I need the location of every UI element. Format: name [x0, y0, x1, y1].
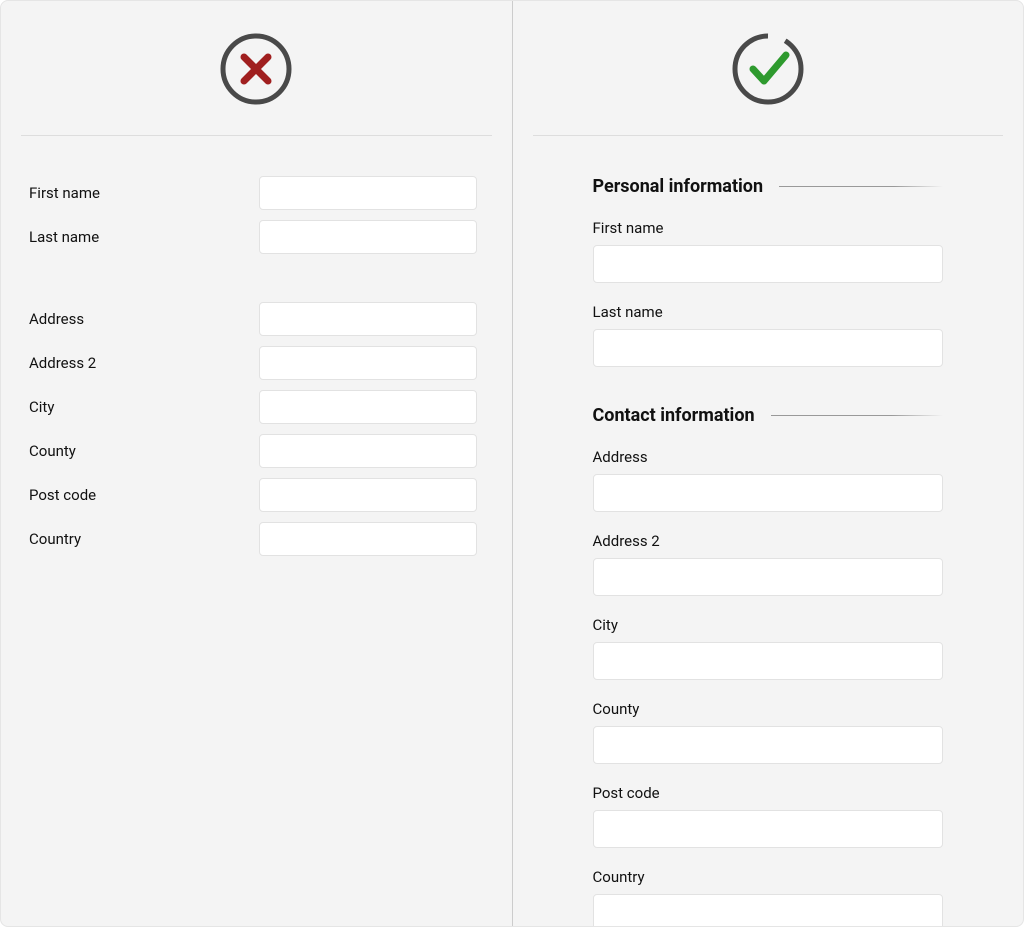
- field-row: Last name: [29, 220, 484, 254]
- bad-form: First name Last name Address Address 2 C…: [21, 176, 492, 566]
- address2-input[interactable]: [593, 558, 944, 596]
- first-name-input[interactable]: [259, 176, 477, 210]
- contact-fieldset: Contact information Address Address 2 Ci…: [593, 405, 944, 927]
- good-form: Personal information First name Last nam…: [533, 176, 1004, 927]
- first-name-label: First name: [29, 184, 259, 202]
- field-row: Country: [29, 522, 484, 556]
- first-name-input[interactable]: [593, 245, 944, 283]
- comparison-layout: First name Last name Address Address 2 C…: [0, 0, 1024, 927]
- country-label: Country: [29, 530, 259, 548]
- country-input[interactable]: [593, 894, 944, 927]
- address-input[interactable]: [259, 302, 477, 336]
- postcode-label: Post code: [593, 784, 944, 802]
- address2-label: Address 2: [29, 354, 259, 372]
- divider: [533, 135, 1004, 136]
- good-icon-zone: [533, 1, 1004, 135]
- field-row: Post code: [29, 478, 484, 512]
- address2-input[interactable]: [259, 346, 477, 380]
- county-label: County: [593, 700, 944, 718]
- bad-icon-zone: [21, 1, 492, 135]
- personal-legend: Personal information: [593, 176, 764, 197]
- bad-example-panel: First name Last name Address Address 2 C…: [1, 1, 513, 926]
- personal-fieldset: Personal information First name Last nam…: [593, 176, 944, 387]
- divider: [21, 135, 492, 136]
- contact-legend: Contact information: [593, 405, 755, 426]
- last-name-label: Last name: [593, 303, 944, 321]
- field-row: Address 2: [29, 346, 484, 380]
- address2-label: Address 2: [593, 532, 944, 550]
- postcode-input[interactable]: [259, 478, 477, 512]
- county-label: County: [29, 442, 259, 460]
- postcode-label: Post code: [29, 486, 259, 504]
- field-row: First name: [29, 176, 484, 210]
- check-icon: [730, 31, 806, 111]
- postcode-input[interactable]: [593, 810, 944, 848]
- cross-icon: [218, 31, 294, 111]
- legend-row: Contact information: [593, 405, 944, 426]
- city-input[interactable]: [593, 642, 944, 680]
- county-input[interactable]: [259, 434, 477, 468]
- last-name-label: Last name: [29, 228, 259, 246]
- country-input[interactable]: [259, 522, 477, 556]
- last-name-input[interactable]: [593, 329, 944, 367]
- city-label: City: [593, 616, 944, 634]
- city-input[interactable]: [259, 390, 477, 424]
- address-label: Address: [593, 448, 944, 466]
- last-name-input[interactable]: [259, 220, 477, 254]
- county-input[interactable]: [593, 726, 944, 764]
- address-input[interactable]: [593, 474, 944, 512]
- legend-row: Personal information: [593, 176, 944, 197]
- city-label: City: [29, 398, 259, 416]
- field-row: Address: [29, 302, 484, 336]
- address-label: Address: [29, 310, 259, 328]
- first-name-label: First name: [593, 219, 944, 237]
- legend-line: [771, 415, 943, 416]
- country-label: Country: [593, 868, 944, 886]
- spacer: [29, 264, 484, 302]
- good-example-panel: Personal information First name Last nam…: [513, 1, 1024, 926]
- field-row: County: [29, 434, 484, 468]
- legend-line: [779, 186, 943, 187]
- field-row: City: [29, 390, 484, 424]
